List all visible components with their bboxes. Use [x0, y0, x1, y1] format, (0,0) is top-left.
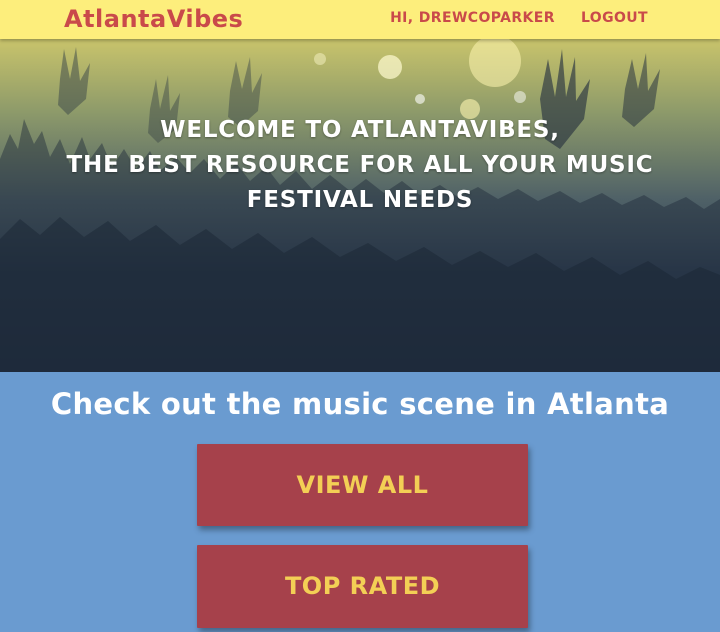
nav-right: Hi, drewcoparker Logout [390, 10, 648, 26]
navbar: AtlantaVibes Hi, drewcoparker Logout [0, 0, 720, 39]
user-greeting: Hi, drewcoparker [390, 10, 555, 26]
top-rated-button[interactable]: Top Rated [197, 545, 528, 628]
page: AtlantaVibes Hi, drewcoparker Logout W [0, 0, 720, 632]
hero-title-line-3: festival needs [246, 187, 474, 213]
hero-banner: Welcome to AtlantaVibes, the best resour… [0, 39, 720, 372]
main-heading: Check out the music scene in Atlanta [50, 387, 670, 421]
hero-title-line-2: the best resource for all your music [66, 152, 654, 178]
hero-title: Welcome to AtlantaVibes, the best resour… [0, 113, 720, 218]
view-all-button[interactable]: View All [197, 444, 528, 526]
brand-logo[interactable]: AtlantaVibes [64, 4, 243, 34]
logout-link[interactable]: Logout [581, 10, 648, 26]
hero-title-line-1: Welcome to AtlantaVibes, [160, 117, 560, 143]
